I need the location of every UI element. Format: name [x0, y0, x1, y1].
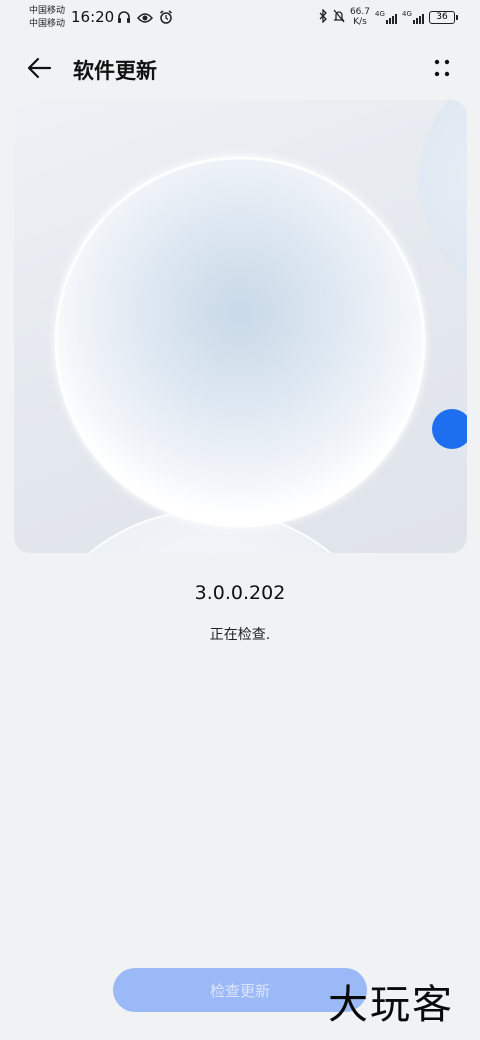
signal-1-type: 4G: [375, 10, 385, 18]
back-arrow-icon: [27, 57, 52, 79]
status-icons-right: 66.7 K/s 4G 4G 36: [318, 7, 458, 27]
headphones-icon: [117, 9, 131, 28]
more-options-button[interactable]: [428, 54, 456, 82]
eye-icon: [137, 9, 153, 28]
net-speed-value: 66.7: [349, 7, 370, 17]
status-time: 16:20: [71, 8, 115, 26]
software-update-screen: 中国移动 中国移动 16:20 66.7 K/s 4G 4G 36 软件更新 3…: [0, 0, 480, 1040]
net-speed: 66.7 K/s: [350, 7, 370, 27]
more-options-icon: [434, 59, 450, 77]
status-bar: 中国移动 中国移动 16:20 66.7 K/s 4G 4G 36: [0, 0, 480, 36]
signal-icon: 4G: [375, 10, 397, 24]
carrier-1: 中国移动: [29, 6, 66, 16]
alarm-icon: [159, 9, 173, 28]
carrier-info: 中国移动 中国移动: [29, 5, 65, 31]
update-illustration: [14, 100, 467, 553]
signal-icon-2: 4G: [402, 10, 424, 24]
version-number: 3.0.0.202: [194, 582, 286, 604]
signal-2-type: 4G: [402, 10, 412, 18]
battery-icon: 36: [429, 10, 458, 24]
page-title: 软件更新: [73, 59, 157, 83]
status-icons-left: [117, 9, 173, 28]
app-bar: 软件更新: [0, 44, 480, 92]
carrier-2: 中国移动: [29, 19, 66, 29]
net-speed-unit: K/s: [353, 17, 367, 27]
watermark-logo: 大玩客: [328, 982, 454, 1028]
back-button[interactable]: [22, 52, 58, 84]
progress-dot: [432, 409, 467, 449]
alarm-icon-2: [333, 8, 345, 27]
check-status-text: 正在检查.: [209, 627, 271, 643]
bluetooth-icon: [318, 7, 328, 27]
